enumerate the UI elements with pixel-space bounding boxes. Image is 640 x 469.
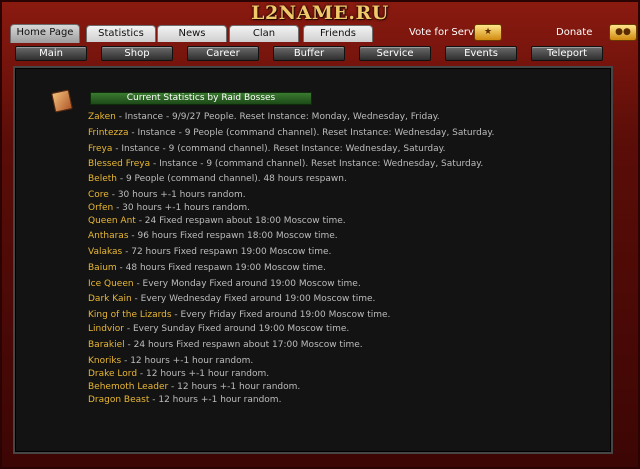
boss-name: Lindvior [88, 324, 124, 334]
boss-name: Valakas [88, 247, 123, 257]
site-title: L2NAME.RU [251, 2, 389, 24]
boss-description: - 96 hours Fixed respawn 18:00 Moscow ti… [128, 231, 338, 241]
boss-description: - Instance - 9/9/27 People. Reset Instan… [115, 112, 440, 122]
boss-name: Antharas [88, 231, 129, 241]
boss-description: - Instance - 9 (command channel). Reset … [150, 159, 484, 169]
list-item: Ice Queen - Every Monday Fixed around 19… [88, 278, 361, 290]
tab-news[interactable]: News [157, 25, 227, 42]
menu-shop-button[interactable]: Shop [101, 46, 173, 61]
boss-name: Frintezza [88, 128, 129, 138]
boss-description: - 12 hours +-1 hour random. [168, 382, 301, 392]
menu-service-button[interactable]: Service [359, 46, 431, 61]
tab-friends[interactable]: Friends [303, 25, 373, 42]
boss-description: - 12 hours +-1 hour random. [149, 395, 282, 405]
tab-home-page[interactable]: Home Page [10, 24, 80, 43]
boss-description: - 24 Fixed respawn about 18:00 Moscow ti… [135, 216, 346, 226]
list-item: Antharas - 96 hours Fixed respawn 18:00 … [88, 230, 338, 242]
boss-description: - Every Friday Fixed around 19:00 Moscow… [171, 310, 391, 320]
boss-description: - Every Monday Fixed around 19:00 Moscow… [133, 279, 361, 289]
boss-description: - 9 People (command channel). 48 hours r… [116, 174, 347, 184]
list-item: Dark Kain - Every Wednesday Fixed around… [88, 293, 375, 305]
menu-main-button[interactable]: Main [15, 46, 87, 61]
boss-name: Dark Kain [88, 294, 132, 304]
list-item: Freya - Instance - 9 (command channel). … [88, 143, 446, 155]
boss-description: - Instance - 9 (command channel). Reset … [112, 144, 446, 154]
boss-name: Orfen [88, 203, 114, 213]
list-item: Knoriks - 12 hours +-1 hour random. [88, 355, 253, 367]
list-item: Barakiel - 24 hours Fixed respawn about … [88, 339, 363, 351]
list-item: Drake Lord - 12 hours +-1 hour random. [88, 368, 269, 380]
boss-name: Ice Queen [88, 279, 134, 289]
boss-description: - Every Sunday Fixed around 19:00 Moscow… [123, 324, 350, 334]
boss-name: Drake Lord [88, 369, 138, 379]
list-item: Zaken - Instance - 9/9/27 People. Reset … [88, 111, 440, 123]
menu-buffer-button[interactable]: Buffer [273, 46, 345, 61]
list-item: Blessed Freya - Instance - 9 (command ch… [88, 158, 483, 170]
boss-name: Core [88, 190, 109, 200]
boss-description: - 72 hours Fixed respawn 19:00 Moscow ti… [122, 247, 332, 257]
boss-description: - 12 hours +-1 hour random. [137, 369, 270, 379]
boss-name: Knoriks [88, 356, 122, 366]
list-item: Beleth - 9 People (command channel). 48 … [88, 173, 347, 185]
list-item: Valakas - 72 hours Fixed respawn 19:00 M… [88, 246, 331, 258]
list-item: Lindvior - Every Sunday Fixed around 19:… [88, 323, 349, 335]
list-item: Orfen - 30 hours +-1 hours random. [88, 202, 250, 214]
menu-career-button[interactable]: Career [187, 46, 259, 61]
boss-description: - 30 hours +-1 hours random. [113, 203, 250, 213]
list-item: Frintezza - Instance - 9 People (command… [88, 127, 494, 139]
menu-events-button[interactable]: Events [445, 46, 517, 61]
boss-name: Baium [88, 263, 117, 273]
tab-statistics[interactable]: Statistics [86, 25, 156, 42]
boss-name: Queen Ant [88, 216, 136, 226]
donate-link[interactable]: Donate [556, 27, 592, 41]
boss-name: Blessed Freya [88, 159, 151, 169]
list-item: Queen Ant - 24 Fixed respawn about 18:00… [88, 215, 346, 227]
list-item: Behemoth Leader - 12 hours +-1 hour rand… [88, 381, 300, 393]
boss-name: Behemoth Leader [88, 382, 169, 392]
list-item: King of the Lizards - Every Friday Fixed… [88, 309, 390, 321]
vote-label: Vote for Server [409, 27, 485, 38]
boss-description: - 48 hours Fixed respawn 19:00 Moscow ti… [116, 263, 326, 273]
boss-name: Beleth [88, 174, 117, 184]
section-heading: Current Statistics by Raid Bosses [90, 92, 312, 105]
boss-name: Dragon Beast [88, 395, 150, 405]
list-item: Baium - 48 hours Fixed respawn 19:00 Mos… [88, 262, 326, 274]
boss-name: Freya [88, 144, 113, 154]
list-item: Core - 30 hours +-1 hours random. [88, 189, 246, 201]
book-icon [51, 89, 73, 113]
boss-description: - 12 hours +-1 hour random. [121, 356, 254, 366]
boss-description: - 24 hours Fixed respawn about 17:00 Mos… [124, 340, 363, 350]
boss-description: - Instance - 9 People (command channel).… [128, 128, 495, 138]
boss-name: King of the Lizards [88, 310, 172, 320]
boss-name: Zaken [88, 112, 116, 122]
vote-button-icon[interactable]: ★ [474, 24, 502, 41]
list-item: Dragon Beast - 12 hours +-1 hour random. [88, 394, 281, 406]
coins-icon[interactable]: ●● [609, 24, 637, 41]
boss-description: - 30 hours +-1 hours random. [108, 190, 246, 200]
menu-teleport-button[interactable]: Teleport [531, 46, 603, 61]
boss-description: - Every Wednesday Fixed around 19:00 Mos… [131, 294, 376, 304]
tab-clan[interactable]: Clan [229, 25, 299, 42]
boss-name: Barakiel [88, 340, 125, 350]
